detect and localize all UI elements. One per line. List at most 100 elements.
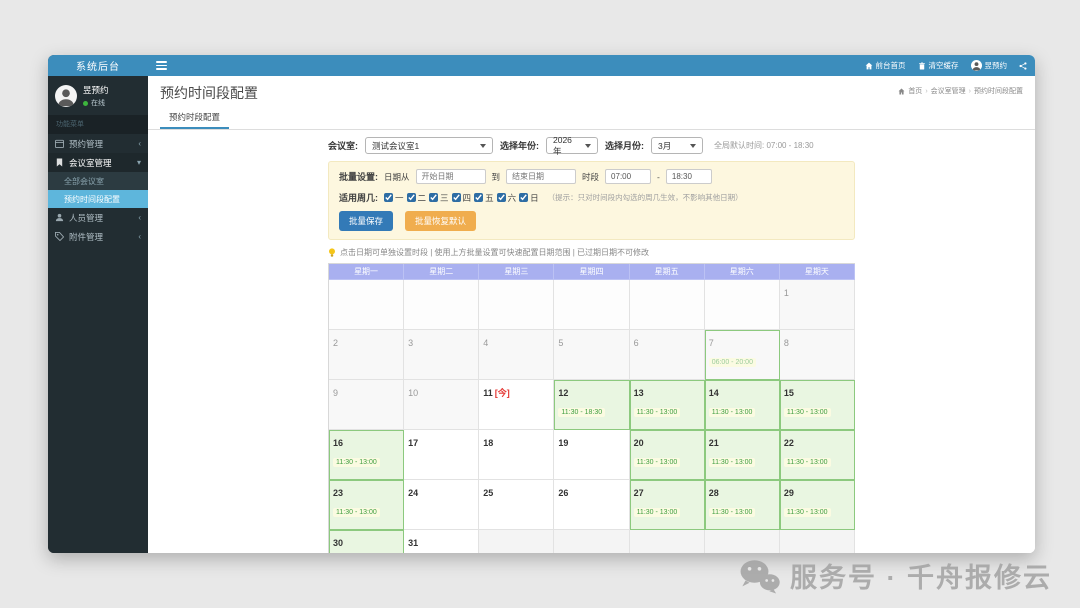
calendar-day-cell[interactable]: 18 (479, 430, 554, 480)
online-dot-icon (83, 101, 88, 106)
calendar-day-cell[interactable]: 15 11:30 - 13:00 (780, 380, 855, 430)
weekday-checkbox[interactable] (452, 193, 461, 202)
sidebar-subitem-all-meeting-rooms[interactable]: 全部会议室 (48, 172, 148, 190)
calendar-day-cell[interactable]: 14 11:30 - 13:00 (705, 380, 780, 430)
calendar-day-cell[interactable]: 26 (554, 480, 629, 530)
start-date-input[interactable] (416, 169, 486, 184)
trash-icon (918, 62, 926, 70)
day-number: 9 (333, 388, 338, 398)
weekday-checkbox-label[interactable]: 日 (519, 192, 539, 204)
day-number: 27 (634, 488, 644, 498)
day-number: 1 (784, 288, 789, 298)
weekday-checkbox[interactable] (519, 193, 528, 202)
calendar-day-cell[interactable]: 30 11:30 - 13:00 (329, 530, 404, 553)
calendar-day-cell[interactable]: 22 11:30 - 13:00 (780, 430, 855, 480)
tab-timeslot-config[interactable]: 预约时段配置 (160, 107, 229, 129)
page: 系统后台 昱预约 在线 功能菜单 预约管理‹ 会议室管理▾ 全部会议室 预 (0, 0, 1080, 608)
calendar-weekday-header: 星期五 (630, 264, 705, 280)
day-number: 24 (408, 488, 418, 498)
time-end-input[interactable] (666, 169, 712, 184)
sidebar-item-reservation-management[interactable]: 预约管理‹ (48, 134, 148, 153)
calendar-day-cell[interactable]: 27 11:30 - 13:00 (630, 480, 705, 530)
content-header: 预约时间段配置 首页› 会议室管理› 预约时间段配置 (148, 76, 1035, 107)
sidebar-filler (48, 246, 148, 553)
menu-icon[interactable] (156, 61, 167, 70)
calendar-day-cell[interactable]: 21 11:30 - 13:00 (705, 430, 780, 480)
breadcrumb: 首页› 会议室管理› 预约时间段配置 (898, 86, 1023, 96)
weekday-checkbox-group: 一二三四五六日 (384, 192, 542, 204)
day-number: 20 (634, 438, 644, 448)
calendar-day-cell: 6 (630, 330, 705, 380)
nav-frontend-home[interactable]: 前台首页 (865, 60, 906, 71)
room-select[interactable]: 测试会议室1 (365, 137, 493, 154)
weekday-checkbox-label[interactable]: 四 (452, 192, 472, 204)
nav-clear-cache[interactable]: 清空缓存 (918, 60, 959, 71)
day-number: 17 (408, 438, 418, 448)
breadcrumb-home[interactable]: 首页 (908, 86, 922, 96)
weekday-checkbox[interactable] (407, 193, 416, 202)
day-number: 2 (333, 338, 338, 348)
brand-title[interactable]: 系统后台 (48, 55, 148, 76)
page-title: 预约时间段配置 (160, 83, 1023, 103)
day-number: 8 (784, 338, 789, 348)
weekday-checkbox-label[interactable]: 三 (429, 192, 449, 204)
day-number: 25 (483, 488, 493, 498)
calendar-day-cell[interactable]: 24 (404, 480, 479, 530)
weekday-checkbox[interactable] (429, 193, 438, 202)
weekdays-label: 适用周几: (339, 191, 378, 204)
time-dash: - (657, 172, 660, 182)
nav-user-menu[interactable]: 昱预约 (971, 60, 1008, 71)
calendar-day-cell[interactable]: 11[今] (479, 380, 554, 430)
batch-save-button[interactable]: 批量保存 (339, 211, 393, 231)
sidebar-item-attachment-management[interactable]: 附件管理‹ (48, 227, 148, 246)
day-time-slot: 11:30 - 13:00 (333, 508, 380, 517)
bookmark-icon (55, 158, 64, 167)
calendar-day-cell: 4 (479, 330, 554, 380)
weekday-checkbox-label[interactable]: 五 (474, 192, 494, 204)
chevron-down-icon (690, 144, 696, 148)
year-label: 选择年份: (500, 139, 539, 152)
day-time-slot: 11:30 - 18:30 (558, 408, 605, 417)
weekday-checkbox-label[interactable]: 六 (497, 192, 517, 204)
calendar-day-cell[interactable]: 28 11:30 - 13:00 (705, 480, 780, 530)
breadcrumb-parent[interactable]: 会议室管理 (931, 86, 966, 96)
calendar-day-cell[interactable]: 16 11:30 - 13:00 (329, 430, 404, 480)
weekday-checkbox[interactable] (384, 193, 393, 202)
batch-restore-default-button[interactable]: 批量恢复默认 (405, 211, 476, 231)
sidebar-subitem-timeslot-config[interactable]: 预约时间段配置 (48, 190, 148, 208)
room-label: 会议室: (328, 139, 358, 152)
weekday-checkbox[interactable] (497, 193, 506, 202)
month-select[interactable]: 3月 (651, 137, 703, 154)
sidebar-user-panel: 昱预约 在线 (48, 76, 148, 115)
calendar-day-cell[interactable]: 12 11:30 - 18:30 (554, 380, 629, 430)
calendar-day-cell: 9 (329, 380, 404, 430)
day-time-slot: 11:30 - 13:00 (333, 458, 380, 467)
calendar-weekday-header: 星期四 (554, 264, 629, 280)
day-time-slot: 06:00 - 20:00 (709, 358, 756, 367)
end-date-input[interactable] (506, 169, 576, 184)
time-start-input[interactable] (605, 169, 651, 184)
day-number: 11 (483, 388, 493, 398)
calendar-day-cell[interactable]: 31 (404, 530, 479, 553)
calendar-day-cell[interactable]: 29 11:30 - 13:00 (780, 480, 855, 530)
day-number: 13 (634, 388, 644, 398)
tag-icon (55, 232, 64, 241)
calendar-day-cell[interactable]: 13 11:30 - 13:00 (630, 380, 705, 430)
calendar-day-cell[interactable]: 23 11:30 - 13:00 (329, 480, 404, 530)
calendar-day-cell (630, 530, 705, 553)
calendar-day-cell[interactable]: 17 (404, 430, 479, 480)
calendar-day-cell[interactable]: 19 (554, 430, 629, 480)
calendar-day-cell (630, 280, 705, 330)
share-icon[interactable] (1019, 62, 1027, 70)
calendar-day-cell[interactable]: 25 (479, 480, 554, 530)
weekday-checkbox-label[interactable]: 二 (407, 192, 427, 204)
day-number: 31 (408, 538, 418, 548)
sidebar-item-personnel-management[interactable]: 人员管理‹ (48, 208, 148, 227)
weekday-checkbox[interactable] (474, 193, 483, 202)
sidebar-item-meeting-room-management[interactable]: 会议室管理▾ (48, 153, 148, 172)
weekday-checkbox-label[interactable]: 一 (384, 192, 404, 204)
year-select[interactable]: 2026年 (546, 137, 598, 154)
chevron-left-icon: ‹ (138, 213, 141, 222)
calendar-day-cell[interactable]: 20 11:30 - 13:00 (630, 430, 705, 480)
day-time-slot: 11:30 - 13:00 (709, 408, 756, 417)
